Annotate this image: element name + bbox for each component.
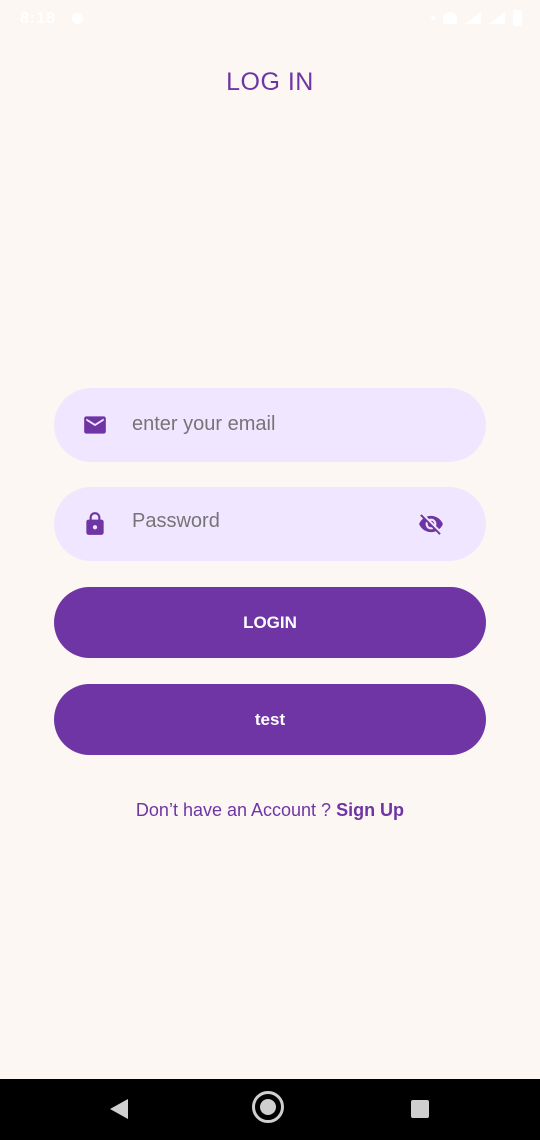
lock-icon: [86, 512, 104, 535]
navigation-bar: [0, 1079, 540, 1140]
email-field[interactable]: [54, 388, 486, 462]
back-icon[interactable]: [110, 1099, 128, 1119]
notification-dot-icon: [72, 13, 83, 24]
signup-link[interactable]: Sign Up: [336, 800, 404, 820]
home-icon[interactable]: [252, 1091, 284, 1123]
page-title: LOG IN: [226, 68, 314, 96]
signup-prompt: Don’t have an Account ?: [135, 800, 337, 820]
signup-row: Don’t have an Account ? Sign Up: [0, 800, 540, 821]
dot-icon: [431, 16, 435, 20]
recents-icon[interactable]: [411, 1100, 429, 1118]
test-button[interactable]: test: [54, 684, 486, 755]
eye-off-icon[interactable]: [416, 511, 446, 537]
mail-icon: [84, 416, 106, 434]
login-button[interactable]: LOGIN: [54, 587, 486, 658]
status-icons: [431, 10, 522, 26]
signal-icon: [465, 12, 481, 24]
status-bar: 8:18: [0, 0, 540, 38]
wifi-icon: [443, 12, 457, 24]
password-field[interactable]: [54, 487, 486, 561]
email-input[interactable]: [130, 412, 394, 437]
status-time: 8:18: [20, 10, 57, 27]
battery-icon: [513, 10, 522, 26]
signal-icon-2: [489, 12, 505, 24]
password-input[interactable]: [130, 509, 394, 534]
